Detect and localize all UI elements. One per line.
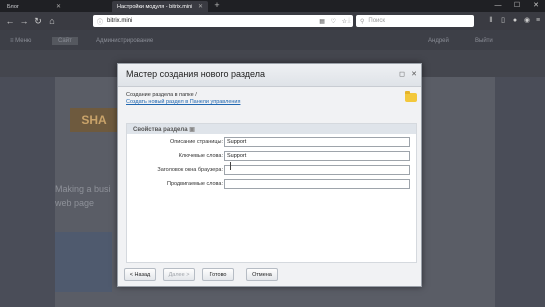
back-icon[interactable]: ← [3, 14, 17, 28]
close-tab-icon[interactable]: ✕ [56, 3, 61, 10]
search-input[interactable]: ⚲ Поиск [356, 15, 474, 27]
folder-path-text: Создание раздела в папке / [126, 92, 197, 98]
new-tab-icon[interactable]: + [212, 0, 222, 12]
done-button[interactable]: Готово [202, 268, 234, 281]
maximize-icon[interactable]: ☐ [508, 0, 526, 12]
browser-tab-module-settings[interactable]: Настройки модуля - bitrix.mini ✕ [112, 1, 208, 12]
expand-icon[interactable]: ◻ [397, 70, 407, 80]
dialog-title: Мастер создания нового раздела [126, 69, 266, 79]
field-label-keywords: Ключевые слова: [178, 153, 223, 159]
section-properties-panel: Свойства раздела ▣ Описание страницы: Кл… [126, 123, 417, 263]
cancel-button[interactable]: Отмена [246, 268, 278, 281]
minimize-icon[interactable]: — [489, 0, 507, 12]
close-tab-icon[interactable]: ✕ [198, 3, 203, 10]
control-panel-link[interactable]: Создать новый раздел в Панели управления [126, 99, 396, 105]
back-button[interactable]: < Назад [124, 268, 156, 281]
tab-label: Настройки модуля - bitrix.mini [117, 3, 193, 10]
page-heading-line1: Making a busi [55, 184, 111, 194]
menu-icon[interactable]: ≡ [533, 15, 543, 27]
browser-title-input[interactable] [224, 165, 410, 175]
home-icon[interactable]: ⌂ [45, 14, 59, 28]
sidebar-icon[interactable]: ▯ [498, 15, 508, 27]
promoted-words-input[interactable] [224, 179, 410, 189]
forward-icon[interactable]: → [17, 14, 31, 28]
admin-exit[interactable]: Выйти [475, 38, 493, 44]
next-button[interactable]: Далее > [163, 268, 195, 281]
text-cursor [230, 162, 231, 170]
url-text: bitrix.mini [107, 18, 133, 24]
tab-label: Блог [7, 3, 19, 10]
admin-admin-tab[interactable]: Администрирование [96, 38, 153, 44]
library-icon[interactable]: ⫴ [486, 15, 496, 27]
extension-icon[interactable]: ◉ [522, 15, 532, 27]
dialog-info: Создание раздела в папке / Создать новый… [126, 92, 396, 105]
info-icon[interactable]: ⓘ [97, 17, 103, 26]
browser-tab-blog[interactable]: Блог ✕ [2, 1, 66, 12]
new-section-wizard-dialog: Мастер создания нового раздела ◻ ✕ Созда… [117, 63, 422, 287]
search-placeholder: Поиск [368, 18, 386, 24]
site-logo: SHA [70, 108, 118, 132]
description-input[interactable] [224, 137, 410, 147]
admin-user[interactable]: Андрей [428, 38, 449, 44]
address-bar[interactable]: ⓘ bitrix.mini ▦ ♡ ☆ [93, 15, 353, 27]
reload-icon[interactable]: ↻ [31, 14, 45, 28]
keywords-input[interactable] [224, 151, 410, 161]
close-icon[interactable]: ✕ [409, 70, 419, 80]
download-icon[interactable]: ⤓ [344, 15, 354, 27]
field-label-browser-title: Заголовок окна браузера: [157, 167, 223, 173]
admin-menu[interactable]: ≡ Меню [10, 38, 31, 44]
browser-tab-bar [0, 0, 545, 12]
search-icon: ⚲ [360, 18, 365, 25]
admin-site-tab[interactable]: Сайт [52, 37, 78, 45]
close-window-icon[interactable]: ✕ [527, 0, 545, 12]
dialog-footer: < Назад Далее > Готово Отмена [118, 264, 421, 286]
field-label-description: Описание страницы: [170, 139, 223, 145]
folder-icon [405, 91, 417, 102]
page-image [55, 232, 112, 292]
edit-icon: ▣ [189, 126, 195, 133]
field-label-promoted-words: Продвигаемые слова: [166, 181, 223, 187]
admin-panel-top [0, 30, 545, 50]
extension-icon[interactable]: ● [510, 15, 520, 27]
section-properties-title: Свойства раздела ▣ [133, 126, 195, 133]
page-heading-line2: web page [55, 198, 95, 208]
